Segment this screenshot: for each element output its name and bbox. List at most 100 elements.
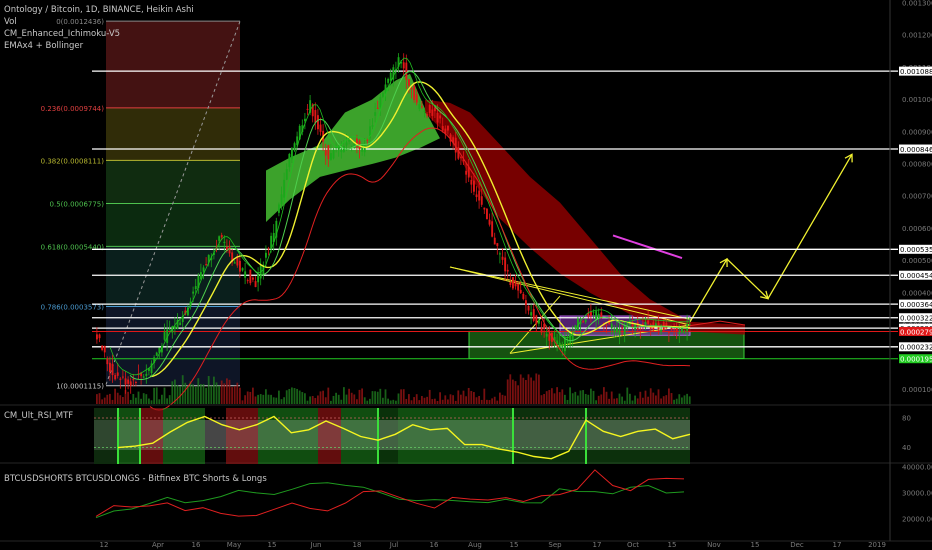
candle-body	[434, 107, 436, 112]
time-axis-tick: 17	[833, 541, 842, 549]
volume-bar	[150, 400, 153, 404]
candle-body	[405, 62, 408, 80]
volume-bar	[306, 400, 309, 404]
candle-body	[621, 327, 624, 329]
volume-bar	[96, 394, 98, 404]
candle-body	[116, 372, 119, 376]
volume-bar	[512, 379, 514, 404]
volume-bar	[288, 388, 291, 404]
volume-bar	[574, 391, 577, 404]
volume-bar	[460, 394, 462, 404]
volume-bar	[382, 397, 384, 404]
volume-bar	[501, 394, 504, 404]
volume-bar	[644, 390, 647, 404]
tradingview-chart[interactable]: 0(0.0012436) 0.236(0.0009744) 0.382(0.0008…	[0, 0, 932, 550]
volume-bar	[236, 382, 239, 404]
candle-body	[642, 323, 644, 325]
volume-bar	[480, 399, 483, 404]
level-price-tag-text: 0.0004546	[900, 272, 932, 280]
volume-bar	[135, 397, 137, 404]
candle-body	[532, 309, 535, 321]
volume-bar	[571, 393, 574, 404]
candle-body	[647, 320, 650, 324]
candle-body	[285, 169, 288, 180]
volume-bar	[603, 387, 605, 404]
candle-body	[605, 324, 608, 326]
candle-body	[332, 149, 335, 159]
candle-body	[96, 334, 98, 340]
volume-bar	[116, 392, 119, 404]
volume-bar	[662, 396, 665, 404]
volume-bar	[168, 395, 171, 404]
candle-body	[595, 311, 598, 320]
volume-bar	[447, 399, 449, 404]
candle-body	[618, 329, 621, 335]
candle-body	[527, 305, 530, 311]
time-axis-tick: May	[227, 541, 241, 549]
volume-bar	[220, 380, 223, 404]
volume-bar	[371, 391, 374, 404]
volume-bar	[670, 393, 673, 404]
volume-bar	[483, 388, 486, 404]
candle-body	[202, 267, 205, 272]
candle-body	[655, 323, 657, 326]
volume-bar	[327, 387, 330, 404]
volume-bar	[205, 387, 207, 404]
volume-bar	[579, 390, 582, 404]
candle-body	[436, 112, 439, 123]
rsi-axis-tick: 80	[902, 415, 911, 423]
volume-bar	[561, 389, 564, 404]
ema-bollinger-indicator-label: EMAx4 + Bollinger	[4, 41, 84, 51]
volume-bar	[397, 393, 400, 404]
candle-body	[278, 204, 280, 213]
volume-bar	[153, 387, 155, 404]
fib-zone	[106, 21, 240, 108]
candle-body	[163, 332, 166, 340]
volume-bar	[623, 400, 626, 404]
candle-body	[496, 243, 499, 247]
candle-body	[415, 94, 418, 103]
candle-body	[423, 110, 426, 112]
candle-body	[426, 114, 429, 116]
volume-bar	[543, 394, 545, 404]
level-price-tag-text: 0.0008465	[900, 146, 932, 154]
volume-bar	[210, 385, 213, 404]
volume-bar	[434, 398, 436, 404]
volume-bar	[137, 391, 140, 404]
candle-body	[545, 333, 548, 337]
candle-body	[478, 190, 481, 201]
volume-bar	[207, 376, 210, 404]
level-price-tag-text: 0.0002323	[900, 344, 932, 352]
volume-bar	[577, 395, 579, 404]
candle-body	[670, 327, 673, 330]
volume-bar	[605, 391, 608, 404]
volume-bar	[545, 391, 548, 404]
candle-body	[439, 115, 442, 119]
volume-bar	[595, 400, 597, 404]
level-price-tag-text: 0.0003226	[900, 315, 932, 323]
price-axis-tick: 0.0001000	[902, 386, 932, 394]
candle-body	[265, 252, 267, 258]
volume-bar	[587, 394, 590, 404]
volume-bar	[301, 392, 304, 404]
volume-bar	[642, 397, 644, 404]
volume-bar	[304, 393, 306, 404]
volume-bar	[631, 400, 634, 404]
volume-bar	[142, 393, 145, 404]
candle-body	[668, 331, 670, 333]
candle-body	[174, 326, 176, 329]
candle-body	[470, 179, 473, 185]
candle-body	[491, 221, 494, 237]
volume-bar	[197, 378, 200, 404]
volume-bar	[262, 394, 265, 404]
volume-bar	[410, 400, 413, 404]
candle-body	[561, 344, 564, 347]
volume-bar	[444, 395, 447, 404]
volume-bar	[322, 390, 324, 404]
chart-title: Ontology / Bitcoin, 1D, BINANCE, Heikin …	[4, 5, 194, 15]
volume-bar	[298, 390, 301, 404]
volume-bar	[488, 400, 491, 404]
volume-bar	[272, 397, 275, 404]
rsi-axis-tick: 40	[902, 444, 911, 452]
volume-bar	[275, 397, 278, 404]
